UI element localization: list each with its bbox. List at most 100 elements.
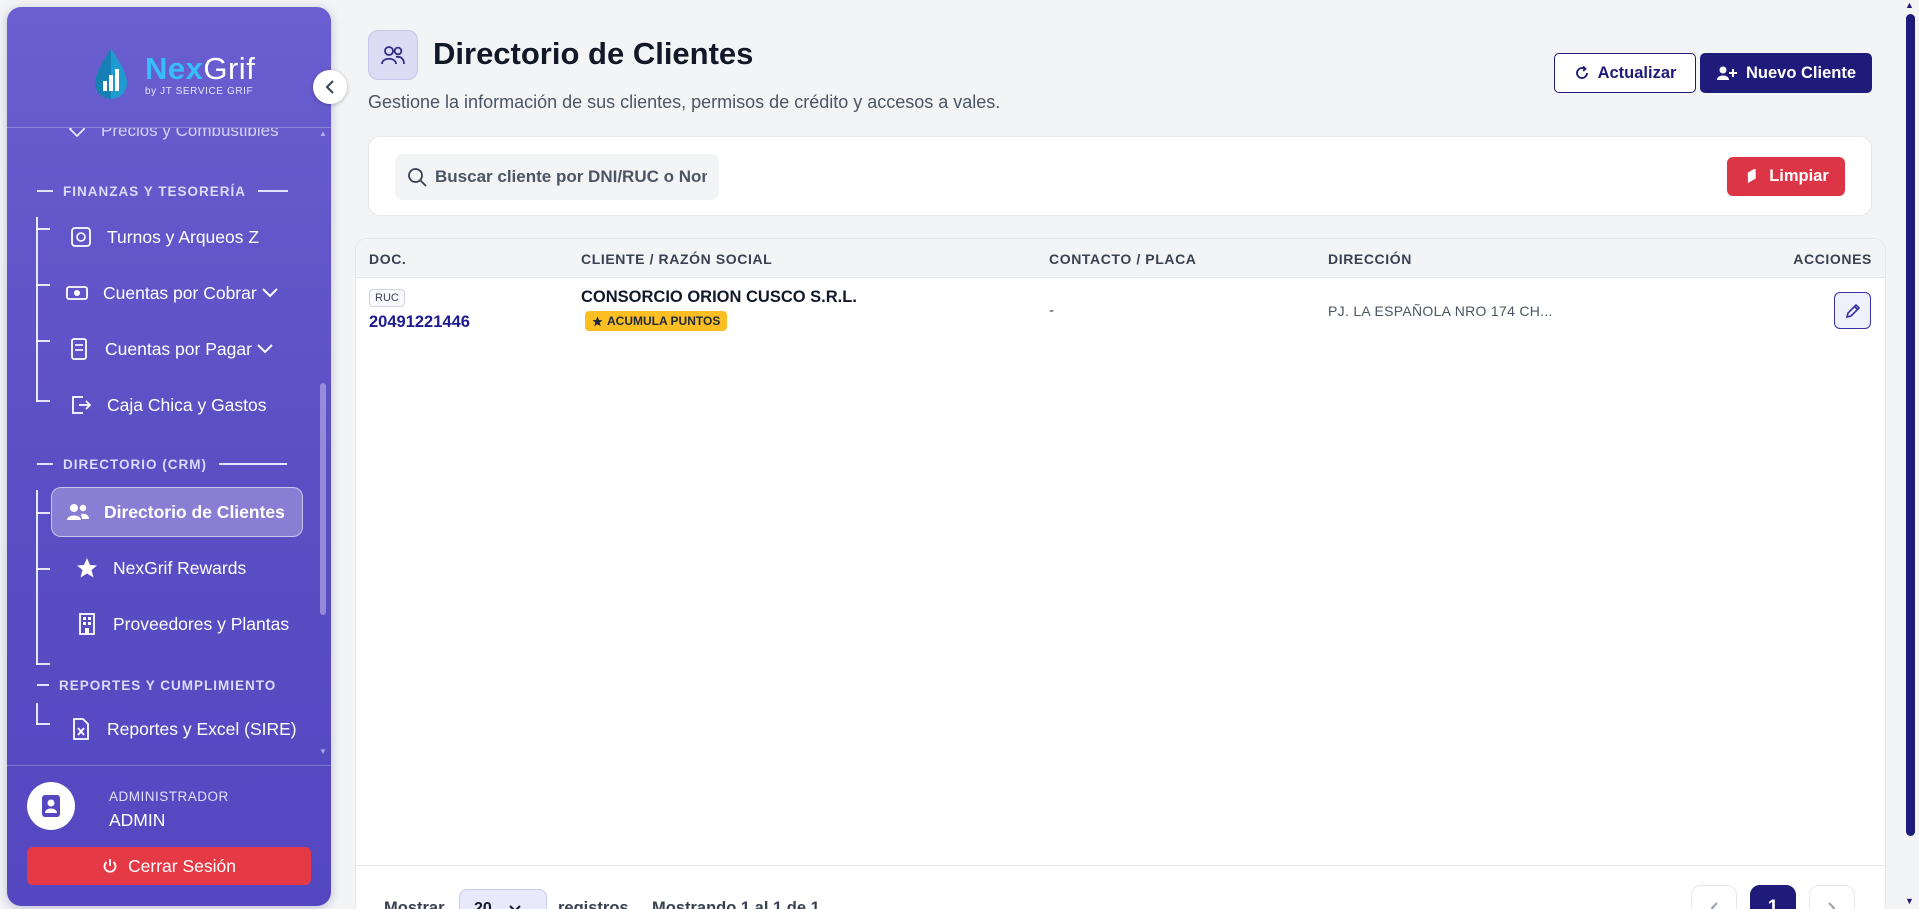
section-label: REPORTES Y CUMPLIMIENTO	[59, 677, 277, 693]
section-dash	[37, 684, 49, 686]
sidebar-item-label: Cuentas por Pagar	[105, 338, 252, 359]
sidebar-item-turnos[interactable]: Turnos y Arqueos Z	[69, 212, 259, 262]
sidebar-item-label: Turnos y Arqueos Z	[107, 226, 260, 247]
tree-branch	[36, 340, 50, 342]
page-title: Directorio de Clientes	[433, 36, 754, 71]
sidebar-nav: Precios y Combustibles FINANZAS Y TESORE…	[7, 128, 331, 765]
chevron-left-icon	[325, 80, 334, 94]
search-input[interactable]	[435, 167, 707, 187]
user-badge-icon	[42, 795, 60, 817]
tree-line	[36, 217, 38, 402]
column-header-client[interactable]: CLIENTE / RAZÓN SOCIAL	[581, 251, 772, 267]
section-finanzas: FINANZAS Y TESORERÍA	[37, 181, 289, 201]
users-outline-icon	[381, 46, 405, 65]
sidebar-item-cuentas-pagar[interactable]: Cuentas por Pagar	[67, 324, 274, 374]
invoice-icon	[67, 337, 91, 361]
column-header-actions: ACCIONES	[1793, 251, 1872, 267]
section-directorio: DIRECTORIO (CRM)	[37, 454, 287, 474]
refresh-icon	[1574, 65, 1590, 81]
scroll-up-icon[interactable]: ▲	[319, 129, 327, 138]
tree-branch	[36, 400, 50, 402]
refresh-button[interactable]: Actualizar	[1554, 53, 1696, 93]
column-header-contact[interactable]: CONTACTO / PLACA	[1049, 251, 1197, 267]
doc-number[interactable]: 20491221446	[369, 313, 470, 332]
chevron-down-icon	[509, 905, 521, 909]
client-name: CONSORCIO ORION CUSCO S.R.L.	[581, 288, 857, 306]
sidebar-item-label: Cuentas por Cobrar	[103, 282, 257, 303]
users-icon	[66, 500, 90, 524]
section-label: DIRECTORIO (CRM)	[63, 456, 207, 472]
tree-line	[36, 490, 38, 665]
building-icon	[75, 612, 99, 636]
pencil-icon	[1845, 303, 1860, 318]
table-header: DOC. CLIENTE / RAZÓN SOCIAL CONTACTO / P…	[356, 239, 1885, 278]
brand-subtitle: by JT SERVICE GRIF	[145, 86, 254, 97]
user-plus-icon	[1716, 65, 1738, 81]
page-size-select[interactable]: 20	[459, 889, 547, 909]
points-badge: ACUMULA PUNTOS	[585, 311, 728, 331]
eraser-icon	[1743, 168, 1761, 185]
section-dash	[37, 190, 53, 192]
tree-line	[36, 703, 38, 725]
sidebar-item-label: NexGrif Rewards	[113, 557, 247, 578]
page-scrollbar[interactable]	[1906, 14, 1915, 836]
prev-page-button[interactable]	[1691, 885, 1737, 909]
avatar	[27, 782, 75, 830]
section-dash	[219, 463, 287, 465]
tree-branch	[36, 568, 50, 570]
new-client-button[interactable]: Nuevo Cliente	[1700, 53, 1872, 93]
column-header-doc[interactable]: DOC.	[369, 251, 406, 267]
safe-icon	[69, 225, 93, 249]
column-header-address[interactable]: DIRECCIÓN	[1328, 251, 1412, 267]
star-icon	[75, 556, 99, 580]
sidebar-item-label: Precios y Combustibles	[101, 128, 279, 140]
money-icon	[65, 281, 89, 305]
collapse-sidebar-button[interactable]	[313, 70, 347, 104]
logout-button[interactable]: Cerrar Sesión	[27, 847, 311, 885]
tree-branch	[36, 663, 50, 665]
doc-type-badge: RUC	[369, 289, 405, 307]
next-page-button[interactable]	[1809, 885, 1855, 909]
user-role: ADMINISTRADOR	[109, 789, 229, 804]
section-label: FINANZAS Y TESORERÍA	[63, 183, 247, 199]
search-icon	[408, 168, 427, 187]
scroll-down-icon[interactable]: ▼	[1905, 896, 1914, 906]
sidebar: NexGrif by JT SERVICE GRIF Precios y Com…	[7, 7, 331, 906]
excel-file-icon	[69, 717, 93, 741]
brand[interactable]: NexGrif by JT SERVICE GRIF	[87, 45, 255, 105]
sidebar-item-caja-chica[interactable]: Caja Chica y Gastos	[69, 380, 267, 430]
points-badge-label: ACUMULA PUNTOS	[607, 314, 721, 328]
page-subtitle: Gestione la información de sus clientes,…	[368, 92, 1001, 112]
tree-branch	[36, 284, 50, 286]
user-name: ADMIN	[109, 810, 166, 830]
show-label: Mostrar	[384, 899, 445, 909]
contact-value: -	[1049, 302, 1054, 319]
sidebar-item-rewards[interactable]: NexGrif Rewards	[75, 543, 246, 593]
chevron-down-icon	[261, 287, 279, 299]
scroll-down-icon[interactable]: ▼	[319, 747, 327, 756]
search-box[interactable]	[395, 154, 719, 200]
chevron-right-icon	[1828, 902, 1836, 909]
page-button-current[interactable]: 1	[1750, 885, 1796, 909]
sidebar-scrollbar[interactable]	[320, 383, 326, 615]
logout-label: Cerrar Sesión	[128, 855, 236, 876]
user-divider	[7, 765, 331, 766]
star-icon	[592, 316, 603, 327]
sidebar-item-directorio-clientes[interactable]: Directorio de Clientes	[51, 487, 303, 537]
sidebar-item-label: Caja Chica y Gastos	[107, 394, 267, 415]
sidebar-item-precios[interactable]: Precios y Combustibles	[67, 128, 279, 146]
sidebar-item-proveedores[interactable]: Proveedores y Plantas	[75, 599, 289, 649]
records-label: registros	[558, 899, 629, 909]
sidebar-item-cuentas-cobrar[interactable]: Cuentas por Cobrar	[65, 268, 279, 318]
sidebar-item-reportes[interactable]: Reportes y Excel (SIRE)	[69, 704, 297, 754]
clear-button[interactable]: Limpiar	[1727, 157, 1845, 196]
edit-button[interactable]	[1834, 292, 1871, 329]
power-icon	[102, 858, 118, 874]
new-client-label: Nuevo Cliente	[1745, 63, 1857, 82]
section-dash	[258, 190, 289, 192]
clients-table: DOC. CLIENTE / RAZÓN SOCIAL CONTACTO / P…	[355, 238, 1886, 909]
scroll-up-icon[interactable]: ▲	[1905, 0, 1914, 10]
tree-branch	[36, 512, 50, 514]
chevron-left-icon	[1710, 902, 1718, 909]
records-summary: Mostrando 1 al 1 de 1	[652, 899, 820, 909]
